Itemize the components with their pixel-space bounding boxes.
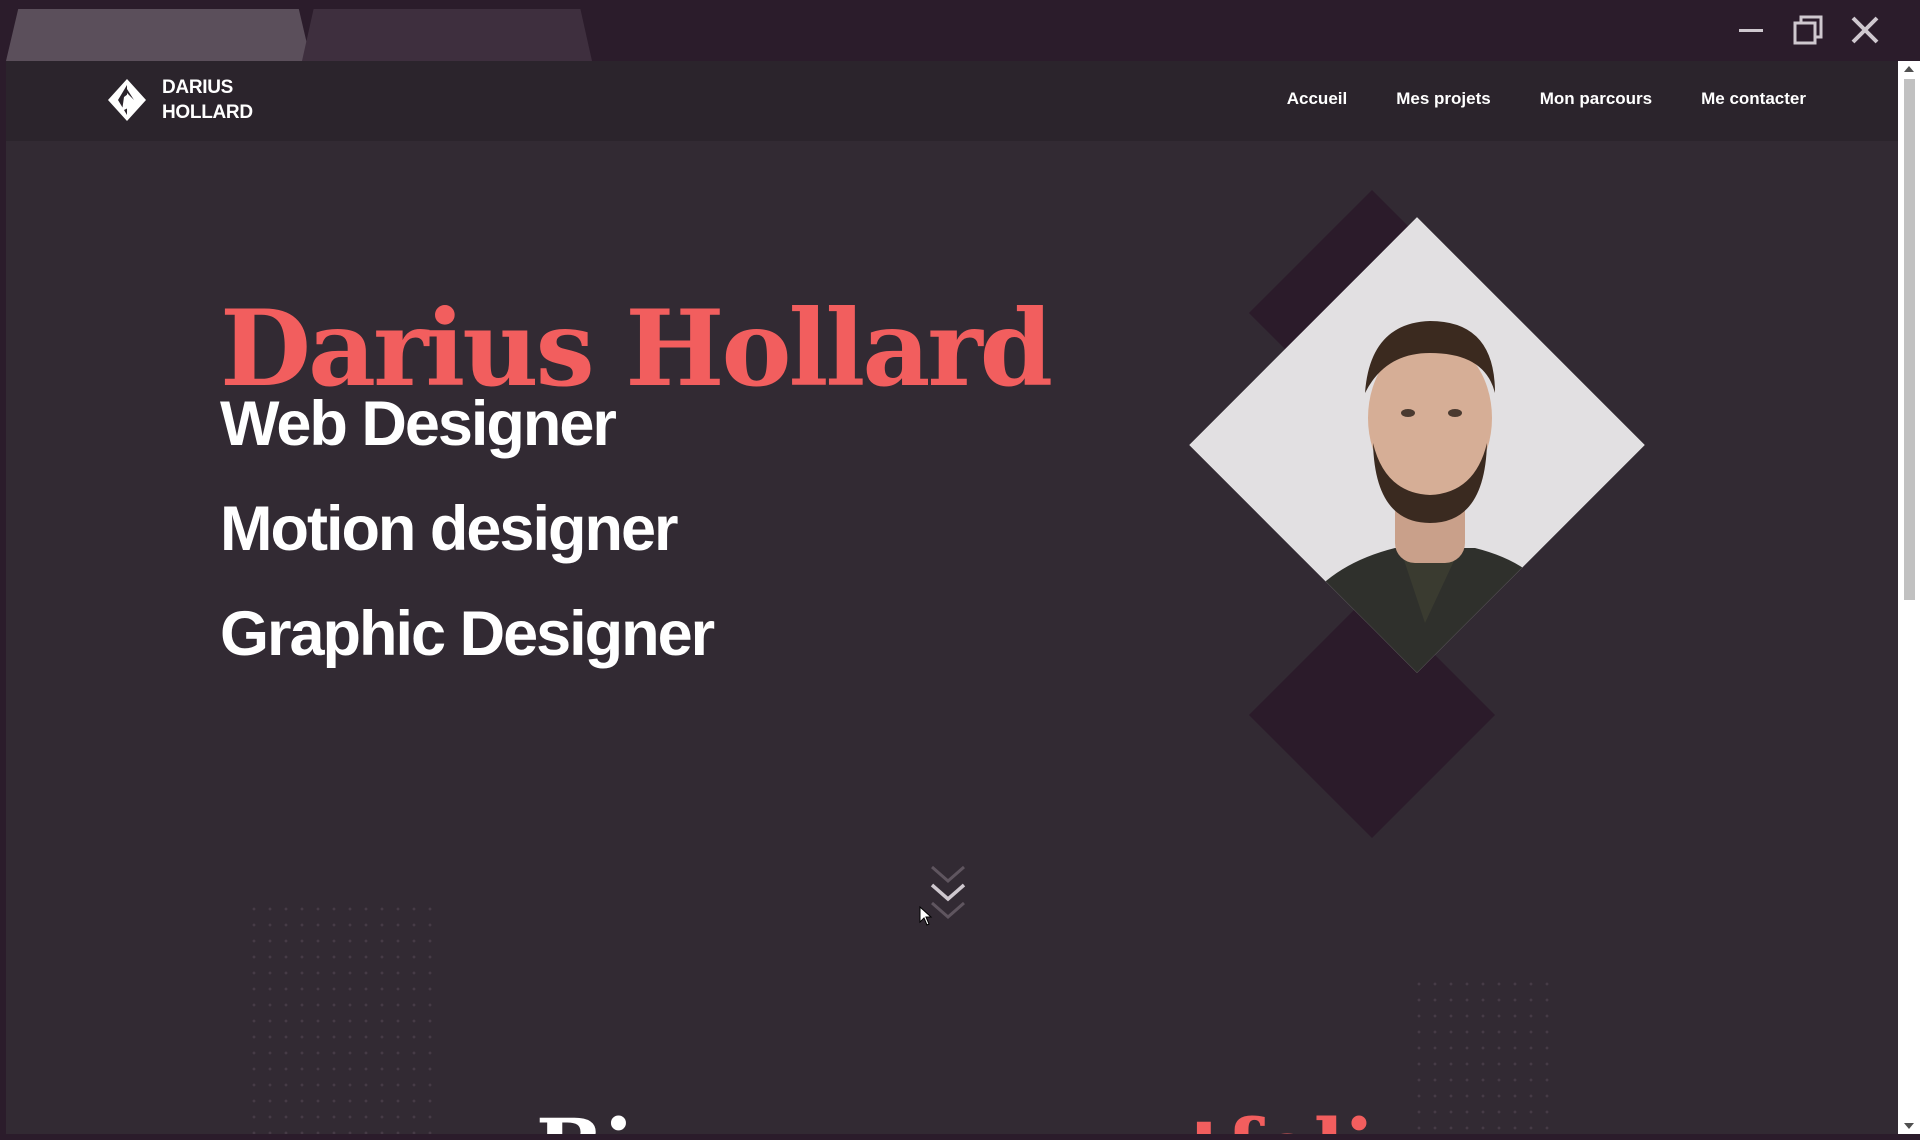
scroll-up-arrow-icon[interactable]: [1904, 66, 1914, 72]
logo-line-1: DARIUS: [162, 77, 234, 98]
minimize-button[interactable]: [1729, 10, 1773, 50]
nav-link-me-contacter[interactable]: Me contacter: [1701, 89, 1806, 109]
close-icon: [1851, 16, 1879, 44]
chevron-down-icon: [930, 865, 966, 919]
site-logo[interactable]: DARIUS HOLLARD: [106, 75, 253, 125]
browser-window: DARIUS HOLLARD Accueil Mes projets Mon p…: [0, 0, 1920, 1140]
logo-text: DARIUS HOLLARD: [162, 75, 253, 125]
section-title-part2: tfoli: [1189, 1101, 1375, 1134]
nav-link-mon-parcours[interactable]: Mon parcours: [1540, 89, 1652, 109]
close-button[interactable]: [1843, 10, 1887, 50]
role-motion-designer: Motion designer: [220, 494, 678, 564]
role-graphic-designer: Graphic Designer: [220, 599, 715, 669]
vertical-scrollbar[interactable]: [1898, 61, 1920, 1134]
portrait-image: [1189, 217, 1645, 673]
section-title: Bi tfoli: [536, 1101, 1375, 1134]
scroll-down-arrow-icon[interactable]: [1904, 1123, 1914, 1129]
browser-tab-inactive[interactable]: [302, 9, 592, 61]
scroll-down-button[interactable]: [928, 861, 968, 930]
section-title-part1: Bi: [536, 1101, 634, 1134]
logo-line-2: HOLLARD: [162, 102, 253, 123]
browser-tab-active[interactable]: [6, 9, 311, 61]
logo-icon: [108, 79, 146, 121]
page-viewport: DARIUS HOLLARD Accueil Mes projets Mon p…: [6, 61, 1898, 1134]
minimize-icon: [1739, 29, 1763, 32]
restore-button[interactable]: [1786, 10, 1830, 50]
nav-link-accueil[interactable]: Accueil: [1287, 89, 1347, 109]
scrollbar-thumb[interactable]: [1904, 79, 1915, 600]
profile-photo: [1189, 217, 1645, 673]
site-header: DARIUS HOLLARD Accueil Mes projets Mon p…: [6, 61, 1898, 141]
decorative-dot-grid: [1411, 976, 1551, 1134]
nav-link-mes-projets[interactable]: Mes projets: [1396, 89, 1490, 109]
mouse-cursor: [919, 905, 933, 931]
main-nav: Accueil Mes projets Mon parcours Me cont…: [1238, 89, 1806, 109]
restore-icon: [1793, 15, 1823, 45]
role-web-designer: Web Designer: [220, 389, 617, 459]
decorative-dot-grid: [246, 901, 436, 1134]
